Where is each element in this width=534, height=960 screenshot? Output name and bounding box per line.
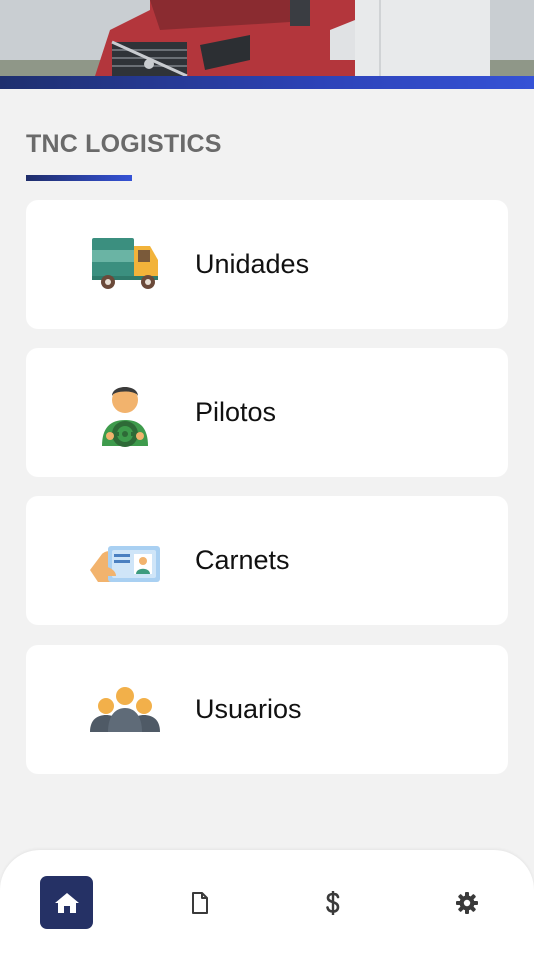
gear-icon bbox=[455, 891, 478, 914]
title-underline bbox=[26, 175, 132, 181]
menu-card-label: Unidades bbox=[195, 249, 310, 279]
nav-payments-button[interactable] bbox=[306, 876, 359, 929]
home-icon bbox=[54, 892, 79, 913]
document-icon bbox=[191, 891, 208, 914]
nav-documents-button[interactable] bbox=[173, 876, 226, 929]
header-accent-bar bbox=[0, 76, 534, 89]
menu-card-usuarios[interactable]: Usuarios bbox=[26, 645, 508, 774]
users-group-icon bbox=[88, 675, 162, 745]
id-card-icon bbox=[88, 526, 162, 596]
nav-home-button[interactable] bbox=[40, 876, 93, 929]
driver-icon bbox=[88, 378, 162, 448]
page-title: TNC LOGISTICS bbox=[26, 130, 222, 158]
delivery-truck-icon bbox=[88, 230, 162, 300]
nav-settings-button[interactable] bbox=[440, 876, 493, 929]
menu-card-pilotos[interactable]: Pilotos bbox=[26, 348, 508, 477]
header-truck-image bbox=[0, 0, 534, 76]
bottom-navigation bbox=[0, 850, 534, 960]
menu-card-label: Usuarios bbox=[195, 694, 302, 724]
menu-card-label: Carnets bbox=[195, 545, 290, 575]
menu-card-label: Pilotos bbox=[195, 397, 277, 427]
dollar-icon bbox=[325, 890, 339, 915]
menu-card-carnets[interactable]: Carnets bbox=[26, 496, 508, 625]
menu-card-unidades[interactable]: Unidades bbox=[26, 200, 508, 329]
